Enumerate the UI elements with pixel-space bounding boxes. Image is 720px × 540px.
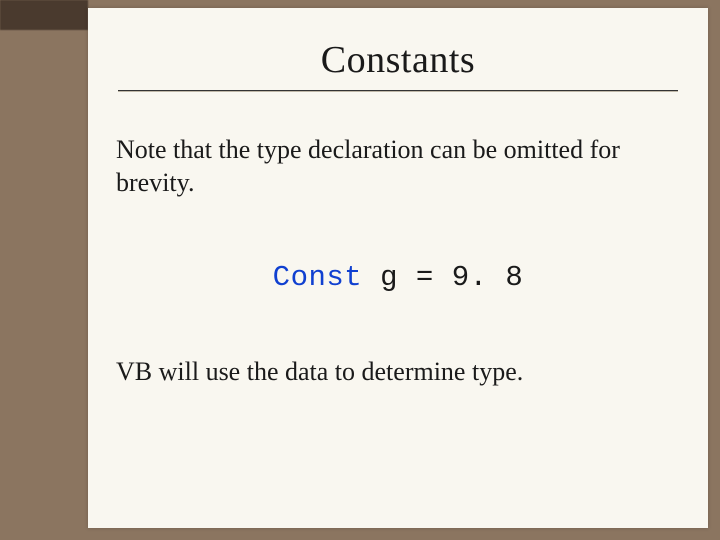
code-example: Const g = 9. 8: [88, 261, 708, 294]
slide-title: Constants: [88, 38, 708, 82]
body-text-2: VB will use the data to determine type.: [116, 356, 678, 389]
divider: [118, 90, 678, 92]
slide-corner-accent: [0, 0, 88, 30]
body-text-1: Note that the type declaration can be om…: [116, 134, 678, 199]
slide: Constants Note that the type declaration…: [88, 8, 708, 528]
code-rest: g = 9. 8: [362, 261, 523, 294]
code-keyword: Const: [273, 261, 363, 294]
